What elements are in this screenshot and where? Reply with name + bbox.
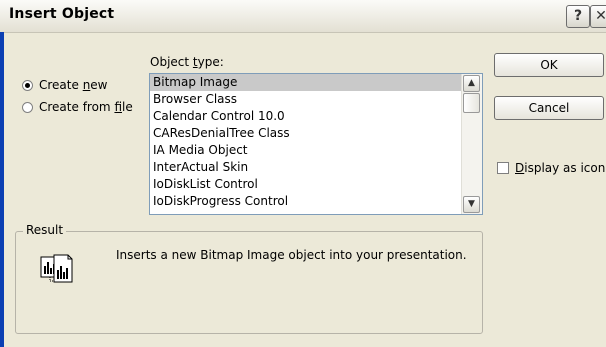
object-type-item[interactable]: CAResDenialTree Class [150, 125, 462, 142]
close-icon: ✕ [595, 8, 606, 24]
scroll-down-button[interactable]: ▼ [463, 196, 480, 213]
window-title: Insert Object [9, 6, 115, 22]
list-scrollbar[interactable]: ▲ ▼ [461, 74, 482, 214]
object-type-item[interactable]: IoDiskList Control [150, 176, 462, 193]
ok-button[interactable]: OK [494, 53, 604, 77]
object-type-list: Bitmap Image Browser Class Calendar Contro… [150, 74, 462, 210]
create-from-file-label: Create from file [39, 100, 133, 114]
cancel-button[interactable]: Cancel [494, 96, 604, 120]
embedded-object-icon [40, 251, 74, 285]
create-new-label: Create new [39, 78, 108, 92]
object-type-label: Object type: [150, 55, 224, 69]
result-description: Inserts a new Bitmap Image object into y… [116, 248, 467, 262]
chevron-up-icon: ▲ [468, 78, 475, 88]
create-from-file-radio[interactable] [22, 101, 33, 113]
display-as-icon-label: Display as icon [515, 161, 606, 175]
title-bar: Insert Object ? ✕ [0, 0, 606, 33]
create-new-option[interactable]: Create new [22, 78, 108, 92]
object-type-item[interactable]: IoDiskProgress Control [150, 193, 462, 210]
close-button[interactable]: ✕ [590, 5, 606, 28]
result-group: Result Inserts a new Bitmap Image object… [15, 223, 483, 334]
object-type-listbox[interactable]: Bitmap Image Browser Class Calendar Contro… [149, 73, 483, 215]
scroll-up-button[interactable]: ▲ [463, 75, 480, 92]
scroll-thumb[interactable] [463, 93, 480, 113]
create-new-radio[interactable] [22, 79, 33, 91]
display-as-icon-checkbox[interactable] [497, 162, 509, 174]
chevron-down-icon: ▼ [468, 199, 475, 209]
help-icon: ? [573, 8, 583, 24]
object-type-item[interactable]: Bitmap Image [150, 74, 462, 91]
object-type-item[interactable]: IA Media Object [150, 142, 462, 159]
object-type-item[interactable]: Browser Class [150, 91, 462, 108]
object-type-item[interactable]: Calendar Control 10.0 [150, 108, 462, 125]
create-from-file-option[interactable]: Create from file [22, 100, 133, 114]
dialog-border [0, 32, 4, 347]
object-type-item[interactable]: InterActual Skin [150, 159, 462, 176]
help-button[interactable]: ? [566, 5, 590, 28]
display-as-icon-option[interactable]: Display as icon [497, 161, 605, 175]
result-legend: Result [23, 223, 67, 237]
